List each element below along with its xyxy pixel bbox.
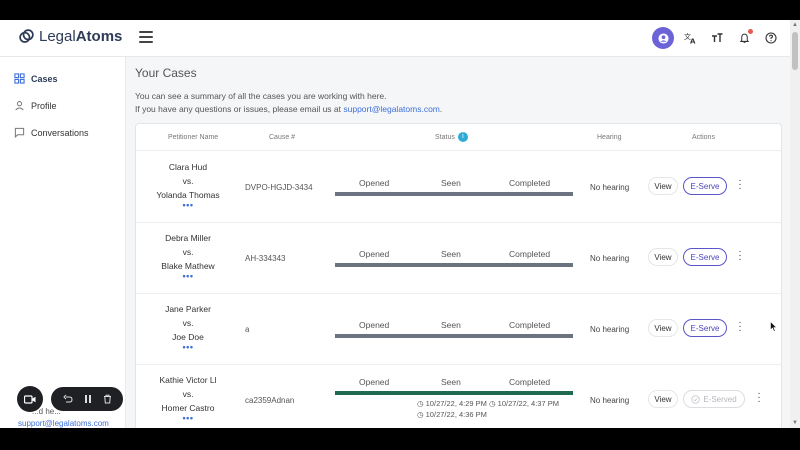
text-size-icon[interactable] — [706, 27, 728, 49]
petitioner-cell: Debra Miller vs. Blake Mathew ••• — [136, 231, 240, 281]
hearing-cell: No hearing — [590, 254, 630, 263]
cause-cell: AH-334343 — [245, 254, 286, 263]
mouse-cursor-icon — [770, 321, 777, 332]
cases-table: Petitioner Name Cause # Status i Hearing … — [135, 123, 782, 428]
app-frame: LegalAtoms 文A Cases Profile Conversation… — [0, 20, 800, 428]
sidebar: Cases Profile Conversations ...d he... s… — [0, 57, 126, 428]
recorder-toolbar — [17, 386, 123, 412]
page-title: Your Cases — [135, 66, 197, 80]
eserve-button[interactable]: E-Serve — [683, 248, 727, 266]
clock-icon: ◷ — [489, 399, 496, 408]
progress-bar — [335, 391, 573, 395]
pause-icon[interactable] — [84, 394, 92, 404]
page-scrollbar[interactable]: ▲ ▼ — [790, 20, 800, 428]
status-progress: Opened Seen Completed — [335, 178, 573, 196]
logo-icon — [19, 29, 34, 43]
more-dots-icon[interactable]: ••• — [136, 272, 240, 281]
more-dots-icon[interactable]: ••• — [136, 414, 240, 423]
view-button[interactable]: View — [648, 177, 678, 195]
cause-cell: a — [245, 325, 250, 334]
table-row: Debra Miller vs. Blake Mathew ••• AH-33434… — [136, 223, 781, 294]
scroll-thumb[interactable] — [792, 32, 798, 70]
sidebar-item-profile[interactable]: Profile — [0, 92, 125, 119]
cause-cell: DVPO-HGJD-3434 — [245, 183, 313, 192]
notification-dot — [748, 29, 753, 34]
kebab-menu-icon[interactable]: · · · — [737, 318, 743, 336]
hearing-cell: No hearing — [590, 325, 630, 334]
status-progress: Opened Seen Completed ◷ 10/27/22, 4:29 PM … — [335, 377, 573, 420]
translate-icon[interactable]: 文A — [679, 27, 701, 49]
clock-icon: ◷ — [417, 410, 424, 419]
petitioner-cell: Jane Parker vs. Joe Doe ••• — [136, 302, 240, 352]
menu-toggle-icon[interactable] — [139, 31, 153, 43]
page-description: You can see a summary of all the cases y… — [135, 91, 443, 114]
trash-icon[interactable] — [103, 394, 112, 404]
recorder-controls — [51, 387, 123, 411]
logo[interactable]: LegalAtoms — [18, 28, 122, 45]
table-header: Petitioner Name Cause # Status i Hearing … — [136, 124, 781, 151]
scroll-down-icon[interactable]: ▼ — [792, 420, 798, 426]
check-circle-icon — [691, 394, 700, 404]
petitioner-cell: Clara Hud vs. Yolanda Thomas ••• — [136, 160, 240, 210]
camera-icon[interactable] — [17, 386, 43, 412]
sidebar-item-cases[interactable]: Cases — [0, 65, 125, 92]
svg-text:A: A — [690, 38, 696, 45]
header-actions: Actions — [692, 134, 715, 141]
petitioner-cell: Kathie Victor Ll vs. Homer Castro ••• — [136, 373, 240, 423]
sidebar-item-label: Profile — [31, 100, 57, 111]
eserved-button: E-Served — [683, 390, 745, 408]
sidebar-item-label: Cases — [31, 73, 58, 84]
cause-cell: ca2359Adnan — [245, 396, 295, 405]
chat-icon — [14, 127, 25, 138]
logo-text: LegalAtoms — [39, 28, 123, 45]
sidebar-support-email[interactable]: support@legalatoms.com — [8, 418, 109, 428]
support-email-link[interactable]: support@legalatoms.com — [343, 104, 440, 114]
progress-bar — [335, 263, 573, 267]
view-button[interactable]: View — [648, 248, 678, 266]
progress-bar — [335, 192, 573, 196]
more-dots-icon[interactable]: ••• — [136, 201, 240, 210]
info-icon[interactable]: i — [457, 132, 468, 142]
top-icons: 文A — [652, 27, 782, 49]
kebab-menu-icon[interactable]: · · · — [756, 389, 762, 407]
eserve-button[interactable]: E-Serve — [683, 319, 727, 337]
status-progress: Opened Seen Completed — [335, 320, 573, 338]
kebab-menu-icon[interactable]: · · · — [737, 247, 743, 265]
main-content: Your Cases You can see a summary of all … — [126, 57, 790, 428]
kebab-menu-icon[interactable]: · · · — [737, 176, 743, 194]
status-progress: Opened Seen Completed — [335, 249, 573, 267]
table-row: Jane Parker vs. Joe Doe ••• a Opened Seen Co… — [136, 294, 781, 365]
help-icon[interactable] — [760, 27, 782, 49]
header-status: Status i — [435, 132, 468, 142]
status-timestamps: ◷ 10/27/22, 4:29 PM ◷ 10/27/22, 4:37 PM … — [417, 399, 559, 419]
view-button[interactable]: View — [648, 319, 678, 337]
header-cause: Cause # — [269, 134, 296, 141]
view-button[interactable]: View — [648, 390, 678, 408]
sidebar-item-label: Conversations — [31, 127, 89, 138]
clock-icon: ◷ — [417, 399, 424, 408]
top-bar: LegalAtoms 文A — [0, 20, 800, 57]
table-row: Clara Hud vs. Yolanda Thomas ••• DVPO-HGJD… — [136, 152, 781, 223]
header-petitioner: Petitioner Name — [168, 134, 219, 141]
user-icon[interactable] — [652, 27, 674, 49]
header-hearing: Hearing — [597, 134, 622, 141]
grid-icon — [14, 73, 25, 84]
eserve-button[interactable]: E-Serve — [683, 177, 727, 195]
sidebar-item-conversations[interactable]: Conversations — [0, 119, 125, 146]
more-dots-icon[interactable]: ••• — [136, 343, 240, 352]
person-icon — [15, 101, 24, 111]
hearing-cell: No hearing — [590, 183, 630, 192]
hearing-cell: No hearing — [590, 396, 630, 405]
undo-icon[interactable] — [62, 394, 73, 404]
scroll-up-icon[interactable]: ▲ — [792, 22, 798, 28]
progress-bar — [335, 334, 573, 338]
table-row: Kathie Victor Ll vs. Homer Castro ••• ca23… — [136, 365, 781, 428]
bell-icon[interactable] — [733, 27, 755, 49]
